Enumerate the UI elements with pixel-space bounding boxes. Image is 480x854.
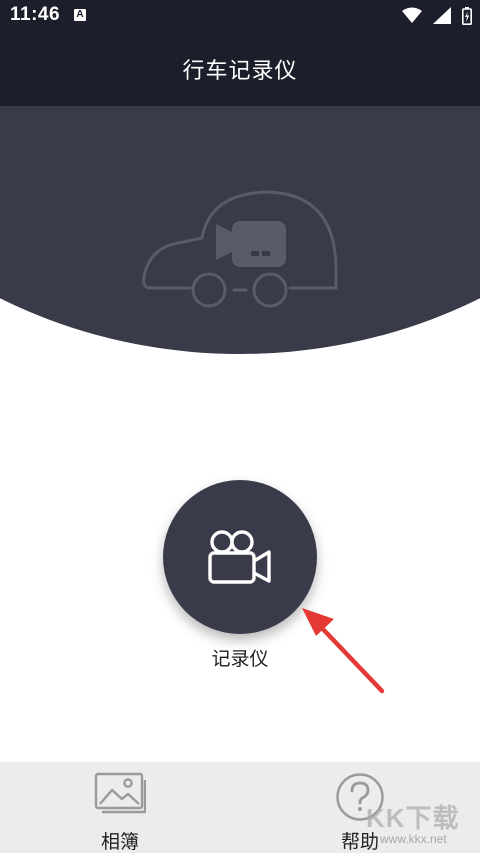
car-with-camera-icon (142, 190, 338, 308)
nav-item-album[interactable]: 相簿 (50, 762, 190, 853)
record-button[interactable] (163, 480, 317, 634)
hero-banner (0, 106, 480, 406)
page-title: 行车记录仪 (182, 59, 298, 84)
signal-icon (432, 7, 451, 24)
notification-badge: A (74, 9, 86, 21)
red-arrow-annotation (302, 608, 385, 694)
record-label[interactable]: 记录仪 (160, 644, 320, 671)
wifi-icon (401, 7, 422, 23)
status-time: 11:46 (10, 4, 61, 25)
status-icons (396, 7, 472, 26)
battery-icon (462, 7, 472, 25)
title-bar: 行车记录仪 (0, 32, 480, 106)
nav-label-album: 相簿 (100, 831, 139, 853)
watermark-url: www.kkx.net (380, 832, 447, 846)
image-icon (94, 772, 146, 814)
watermark-logo: KK下载 (366, 803, 460, 833)
status-bar: 11:46 A (0, 0, 480, 32)
video-camera-icon (208, 530, 271, 584)
